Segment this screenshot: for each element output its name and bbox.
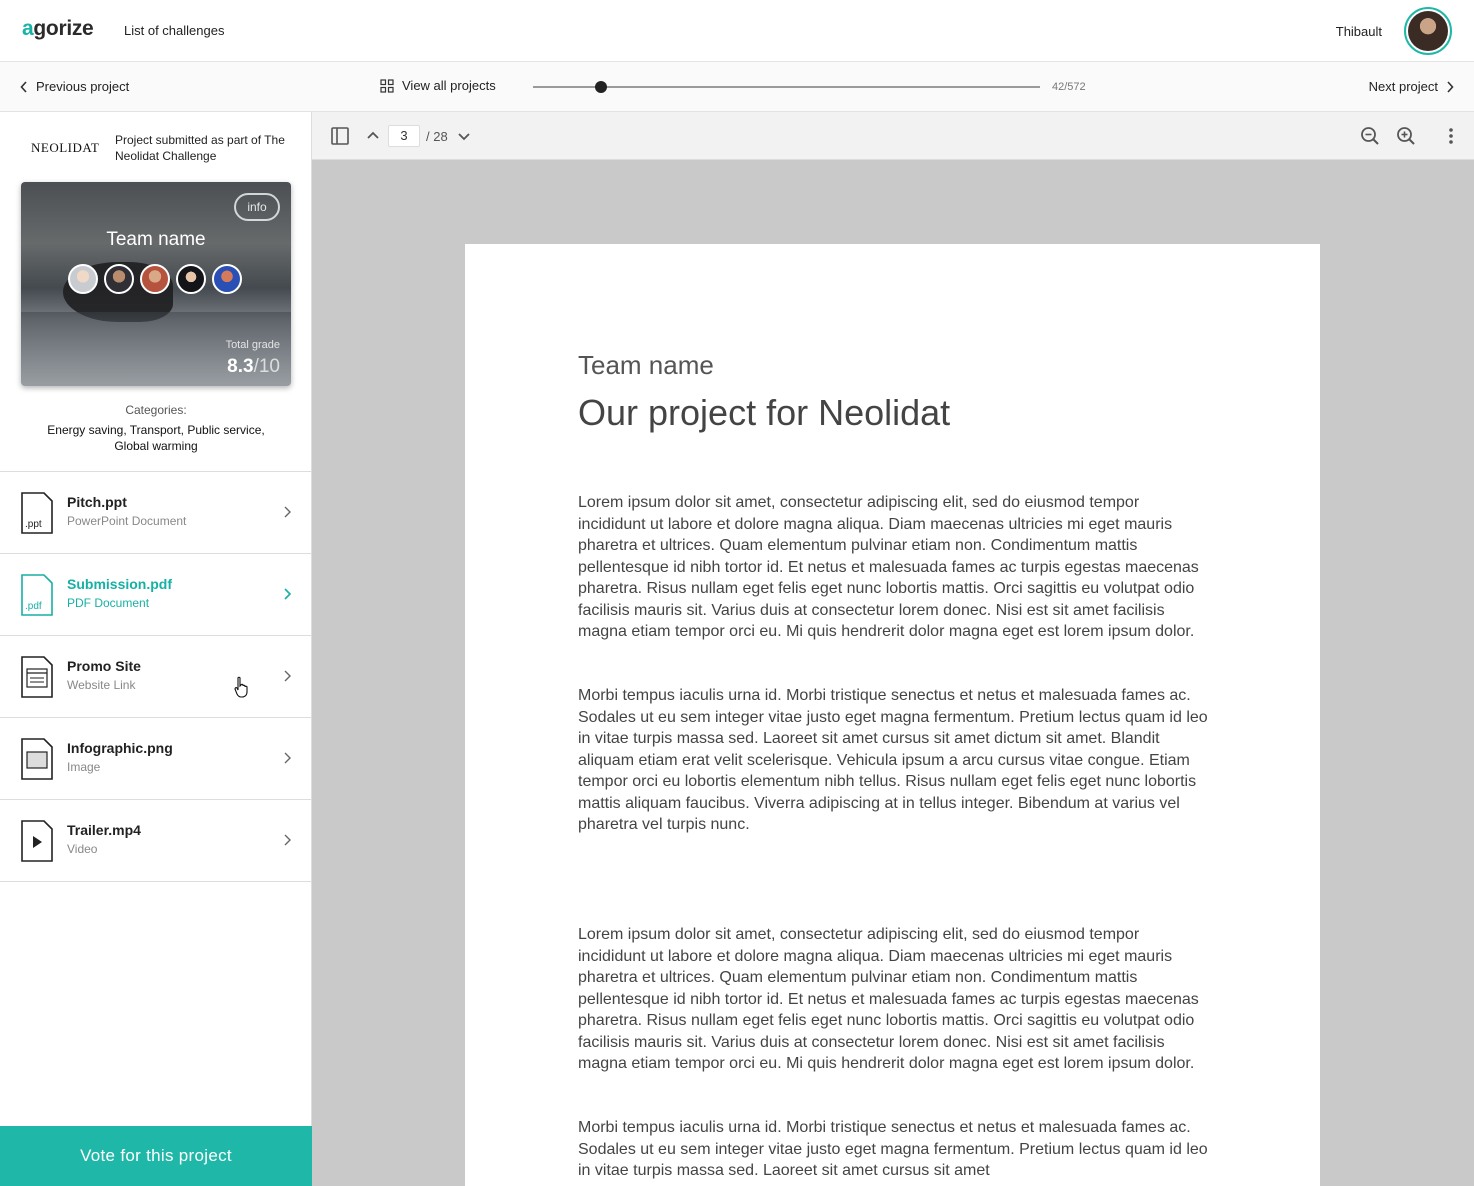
member-avatar[interactable]: [68, 264, 98, 294]
file-name: Trailer.mp4: [67, 822, 141, 838]
sidebar-toggle-icon[interactable]: [329, 125, 351, 147]
user-name[interactable]: Thibault: [1336, 24, 1382, 39]
page-number-input[interactable]: 3: [388, 125, 420, 147]
user-avatar[interactable]: [1404, 7, 1452, 55]
total-grade-label: Total grade: [225, 339, 280, 351]
agorize-logo[interactable]: agorize: [22, 17, 94, 41]
document-paragraph: Lorem ipsum dolor sit amet, consectetur …: [578, 926, 1199, 1072]
pdf-file-icon: .pdf: [21, 574, 53, 616]
submitted-text: Project submitted as part of The Neolida…: [115, 133, 285, 163]
list-of-challenges-link[interactable]: List of challenges: [124, 23, 224, 38]
member-avatar[interactable]: [176, 264, 206, 294]
total-grade: 8.3/10: [227, 356, 280, 378]
file-type: Video: [67, 842, 98, 856]
view-all-projects-button[interactable]: View all projects: [380, 78, 496, 93]
file-type: Image: [67, 760, 101, 774]
project-slider-handle[interactable]: [594, 81, 607, 93]
files-list: .ppt Pitch.ppt PowerPoint Document .pdf …: [0, 471, 312, 882]
file-type: Website Link: [67, 678, 136, 692]
categories-list: Energy saving, Transport, Public service…: [47, 423, 265, 453]
chevron-right-icon: [284, 752, 291, 764]
file-item-pitch[interactable]: .ppt Pitch.ppt PowerPoint Document: [0, 472, 312, 554]
document-viewer: 3 / 28 Team name Our project for Neolida…: [312, 112, 1474, 1186]
chevron-right-icon: [284, 588, 292, 600]
website-file-icon: [21, 656, 53, 698]
team-members: [68, 264, 242, 294]
file-item-submission[interactable]: .pdf Submission.pdf PDF Document: [0, 554, 312, 636]
previous-project-label: Previous project: [36, 79, 130, 94]
file-name: Submission.pdf: [67, 576, 172, 592]
team-card[interactable]: info Team name Total grade 8.3/10: [21, 182, 291, 386]
chevron-up-icon[interactable]: [362, 125, 384, 147]
next-project-label: Next project: [1368, 79, 1438, 94]
project-counter: 42/572: [1052, 81, 1086, 93]
next-project-button[interactable]: Next project: [1369, 79, 1454, 94]
zoom-out-icon[interactable]: [1359, 125, 1381, 147]
challenge-brand-logo: NEOLIDAT: [31, 140, 100, 155]
file-item-trailer[interactable]: Trailer.mp4 Video: [0, 800, 312, 882]
previous-project-button[interactable]: Previous project: [20, 79, 129, 94]
categories-label: Categories:: [125, 403, 187, 417]
video-file-icon: [21, 820, 53, 862]
chevron-left-icon: [20, 80, 27, 93]
document-subtitle: Team name: [578, 350, 714, 380]
vote-button[interactable]: Vote for this project: [0, 1126, 312, 1186]
page-total: / 28: [426, 129, 448, 144]
project-sidebar: NEOLIDAT Project submitted as part of Th…: [0, 112, 312, 1186]
chevron-right-icon: [284, 670, 291, 682]
svg-text:.ppt: .ppt: [25, 519, 42, 530]
document-paragraph: Morbi tempus iaculis urna id. Morbi tris…: [578, 687, 1208, 833]
file-name: Promo Site: [67, 658, 141, 674]
team-name: Team name: [106, 229, 206, 250]
file-type: PowerPoint Document: [67, 514, 187, 528]
grade-max: /10: [253, 356, 280, 377]
more-vertical-icon[interactable]: [1440, 125, 1462, 147]
project-navigation-bar: Previous project View all projects 42/57…: [0, 62, 1474, 112]
chevron-right-icon: [1447, 80, 1454, 93]
image-file-icon: [21, 738, 53, 780]
zoom-in-icon[interactable]: [1395, 125, 1417, 147]
member-avatar[interactable]: [212, 264, 242, 294]
info-button[interactable]: info: [234, 193, 280, 221]
file-name: Pitch.ppt: [67, 494, 127, 510]
grade-value: 8.3: [227, 356, 254, 377]
member-avatar[interactable]: [104, 264, 134, 294]
file-name: Infographic.png: [67, 740, 173, 756]
document-page: Team name Our project for Neolidat Lorem…: [465, 244, 1320, 1186]
view-all-projects-label: View all projects: [402, 78, 496, 93]
member-avatar[interactable]: [140, 264, 170, 294]
top-header: agorize List of challenges Thibault: [0, 0, 1474, 62]
user-avatar-image: [1408, 11, 1448, 51]
svg-text:.pdf: .pdf: [25, 601, 42, 612]
ppt-file-icon: .ppt: [21, 492, 53, 534]
file-item-infographic[interactable]: Infographic.png Image: [0, 718, 312, 800]
chevron-right-icon: [284, 834, 291, 846]
grid-icon: [380, 78, 394, 93]
pointer-cursor-icon: [234, 676, 248, 698]
file-item-promo-site[interactable]: Promo Site Website Link: [0, 636, 312, 718]
file-type: PDF Document: [67, 596, 150, 610]
document-paragraph: Morbi tempus iaculis urna id. Morbi tris…: [578, 1119, 1208, 1179]
chevron-right-icon: [284, 506, 291, 518]
project-slider[interactable]: [533, 81, 1040, 93]
chevron-down-icon[interactable]: [453, 125, 475, 147]
document-title: Our project for Neolidat: [578, 392, 951, 433]
viewer-toolbar: 3 / 28: [312, 112, 1474, 160]
document-paragraph: Lorem ipsum dolor sit amet, consectetur …: [578, 494, 1199, 640]
